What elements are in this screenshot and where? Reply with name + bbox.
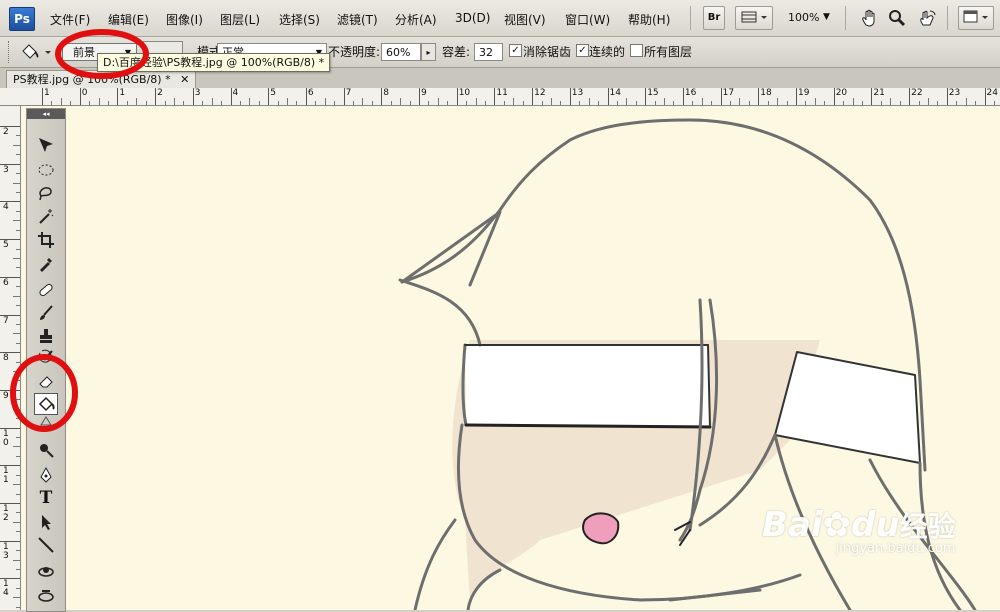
watermark-paw-icon: ✿	[822, 505, 852, 545]
watermark-tag: 经验	[899, 510, 956, 543]
annotation-circle-paint-bucket	[10, 354, 78, 432]
annotation-circle-fill-source	[55, 29, 149, 79]
baidu-watermark: Bai✿du经验 jingyan.baidu.com	[762, 505, 956, 556]
watermark-brand-text-2: du	[851, 505, 900, 545]
watermark-brand: Bai✿du经验	[762, 505, 956, 545]
watermark-brand-text: Bai	[762, 505, 823, 545]
watermark-url: jingyan.baidu.com	[835, 541, 956, 556]
